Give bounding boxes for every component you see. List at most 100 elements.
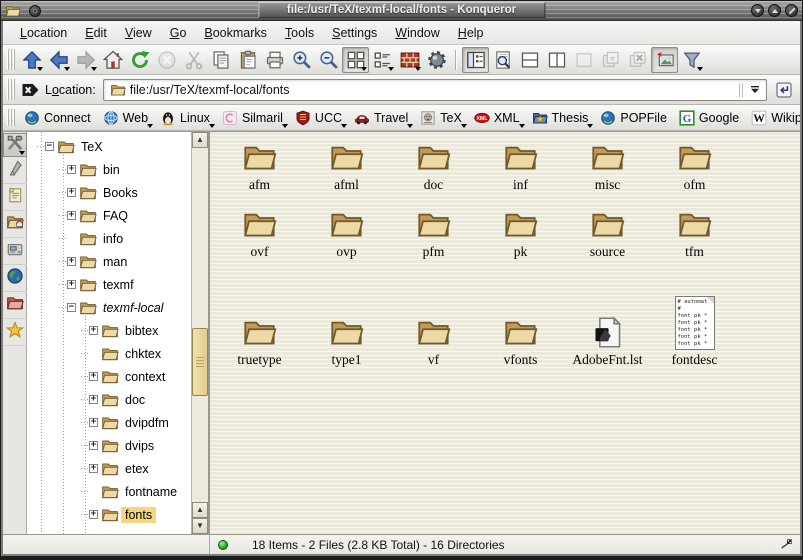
zoom-in-button[interactable] [288,47,315,73]
tree-label[interactable]: bin [99,162,124,178]
menu-edit[interactable]: Edit [76,23,116,43]
tree-item-bibtex[interactable]: + bibtex [27,319,191,342]
file-item-truetype[interactable]: truetype [216,296,303,368]
shade-button[interactable] [751,4,764,17]
resize-grip-icon[interactable] [779,537,794,552]
tree-label[interactable]: dvips [121,438,158,454]
tree-item-books[interactable]: + Books [27,181,191,204]
tree-item-fontname[interactable]: fontname [27,480,191,503]
toolbar-handle[interactable] [7,49,15,69]
menu-location[interactable]: Location [11,23,76,43]
bookmark-popfile[interactable]: POPFile [594,107,673,129]
bookmark-toolbar-handle[interactable] [7,109,15,127]
bookmark-web[interactable]: Web [97,107,154,129]
tree-item-faq[interactable]: + FAQ [27,204,191,227]
tree-label[interactable]: info [99,231,127,247]
file-item-tfm[interactable]: tfm [651,207,738,260]
file-item-source[interactable]: source [564,207,651,260]
tree-expander-plus[interactable]: + [89,510,98,519]
location-input[interactable]: file:/usr/TeX/texmf-local/fonts [130,83,738,97]
file-label[interactable]: doc [424,177,444,193]
split-view-left-right-button[interactable] [543,47,570,73]
file-item-afm[interactable]: afm [216,140,303,193]
file-item-misc[interactable]: misc [564,140,651,193]
menu-view[interactable]: View [116,23,161,43]
tree-label[interactable]: fontname [121,484,181,500]
bookmark-wikipedia[interactable]: WWikipedia [745,107,802,129]
tree-item-info[interactable]: info [27,227,191,250]
file-label[interactable]: misc [595,177,621,193]
file-label[interactable]: ovp [336,244,356,260]
bookmark-google[interactable]: GGoogle [673,107,745,129]
sticky-button[interactable] [29,5,41,17]
show-navigation-panel-button[interactable] [462,47,489,73]
bookmark-connect[interactable]: Connect [18,107,97,129]
menu-window[interactable]: Window [386,23,448,43]
bookmark-ucc[interactable]: UCC [289,107,348,129]
filter-button[interactable] [678,47,705,73]
scrollbar-thumb[interactable] [192,328,208,396]
file-label[interactable]: ovf [251,244,269,260]
tree-item-bin[interactable]: + bin [27,158,191,181]
sidebar-tab-history[interactable] [3,184,27,211]
tree-label[interactable]: FAQ [99,208,132,224]
file-item-ovf[interactable]: ovf [216,207,303,260]
scroll-down-button[interactable]: ▼ [192,518,208,534]
scroll-up-button[interactable]: ▲ [192,132,208,148]
tree-expander-plus[interactable]: + [67,280,76,289]
sidebar-tab-services[interactable] [3,238,27,265]
file-item-type1[interactable]: type1 [303,296,390,368]
menu-settings[interactable]: Settings [323,23,386,43]
tree-item-doc[interactable]: + doc [27,388,191,411]
tree-expander-plus[interactable]: + [89,326,98,335]
copy-button[interactable] [207,47,234,73]
file-label[interactable]: AdobeFnt.lst [572,352,642,368]
go-button[interactable] [771,77,797,103]
bookmark-xml[interactable]: XMLXML [468,107,526,129]
file-label[interactable]: source [590,244,625,260]
tree-label[interactable]: etex [121,461,153,477]
split-view-top-bottom-button[interactable] [516,47,543,73]
tree-label[interactable]: dvipdfm [121,415,173,431]
home-button[interactable] [99,47,126,73]
paste-button[interactable] [234,47,261,73]
tree-item-etex[interactable]: + etex [27,457,191,480]
tree-label[interactable]: bibtex [121,323,162,339]
tree-expander-plus[interactable]: + [67,188,76,197]
sidebar-tab-configure[interactable] [3,133,27,157]
sidebar-tab-network[interactable] [3,265,27,292]
file-label[interactable]: fontdesc [672,352,718,368]
bookmark-linux[interactable]: Linux [154,107,216,129]
tree-expander-plus[interactable]: + [89,441,98,450]
tree-item-texmf[interactable]: + texmf [27,273,191,296]
menu-help[interactable]: Help [449,23,493,43]
tree-expander-minus[interactable]: − [45,142,54,151]
zoom-out-button[interactable] [315,47,342,73]
file-size-view-button[interactable] [396,47,423,73]
menu-bookmarks[interactable]: Bookmarks [195,23,276,43]
combo-dropdown-arrow[interactable] [746,81,764,99]
tree-expander-plus[interactable]: + [89,418,98,427]
menu-go[interactable]: Go [161,23,196,43]
tree-label[interactable]: texmf [99,277,138,293]
tree-scrollbar[interactable]: ▲ ▲ ▼ [191,132,208,534]
file-item-ovp[interactable]: ovp [303,207,390,260]
tree-label[interactable]: fonts [121,507,156,523]
file-label[interactable]: pfm [423,244,445,260]
file-item-pk[interactable]: pk [477,207,564,260]
sidebar-tab-bookmarks-ribbon[interactable] [3,157,27,184]
tree-label[interactable]: man [99,254,131,270]
file-label[interactable]: ofm [684,177,706,193]
tree-label[interactable]: context [121,369,169,385]
file-item-ofm[interactable]: ofm [651,140,738,193]
window-menu-folder-icon[interactable] [5,3,21,19]
file-label[interactable]: afml [334,177,359,193]
bookmark-tex[interactable]: TeX [414,107,468,129]
location-combobox[interactable]: file:/usr/TeX/texmf-local/fonts [103,79,767,101]
file-label[interactable]: pk [514,244,528,260]
close-button[interactable] [785,4,798,17]
embedded-viewer-button[interactable] [423,47,450,73]
tree-label[interactable]: Books [99,185,142,201]
sidebar-tab-home-directory[interactable] [3,211,27,238]
file-item-afml[interactable]: afml [303,140,390,193]
